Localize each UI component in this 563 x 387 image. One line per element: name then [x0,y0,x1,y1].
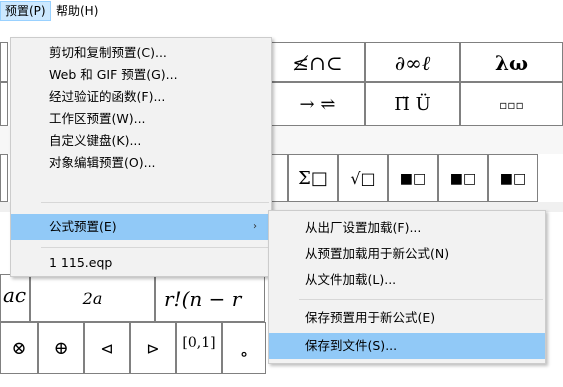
submenu-item-load-from-file[interactable]: 从文件加载(L)... [269,269,545,291]
menu-item-equation-prefs[interactable]: 公式预置(E) › [11,214,271,240]
menu-bar: 预置(P) 帮助(H) [0,0,563,23]
menu-item-equation-prefs-label: 公式预置(E) [49,219,117,234]
menu-preferences[interactable]: 预置(P) [0,1,51,21]
interval-button[interactable]: [0,1] [176,322,222,374]
toolbar-edge [0,154,8,202]
subscript-template[interactable]: ■□ [438,154,488,202]
menu-item-object-edit-prefs[interactable]: 对象编辑预置(O)... [11,152,271,174]
relations-palette[interactable]: ≰∩⊂ [270,42,365,82]
menu-item-cut-copy-prefs[interactable]: 剪切和复制预置(C)... [11,42,271,64]
superscript-template[interactable]: ■□ [388,154,438,202]
toolbar-edge [0,82,8,126]
menu-item-workspace-prefs[interactable]: 工作区预置(W)... [11,108,271,130]
menu-item-custom-keyboard[interactable]: 自定义键盘(K)... [11,130,271,152]
menu-item-recent-file[interactable]: 1 115.eqp [11,252,271,274]
calculus-symbols-palette[interactable]: ∂∞ℓ [365,42,460,82]
menu-item-verified-functions[interactable]: 经过验证的函数(F)... [11,86,271,108]
subsuperscript-template[interactable]: ■□ [488,154,538,202]
menu-divider [41,202,269,203]
submenu-item-load-prefs-new[interactable]: 从预置加载用于新公式(N) [269,243,545,265]
greek-palette[interactable]: λω [460,42,563,82]
compose-button[interactable]: ∘ [222,322,266,374]
menu-divider [299,299,543,300]
arrows-palette[interactable]: → ⇌ [270,82,365,126]
circle-times-button[interactable]: ⊗ [0,322,38,374]
embellishments-palette[interactable]: Π̈ Ü [365,82,460,126]
left-triangle-button[interactable]: ⊲ [84,322,130,374]
formula-tab-middle[interactable]: 2a [30,274,155,322]
matrices-palette[interactable]: ▫▫▫ [460,82,563,126]
toolbar-edge [0,42,8,82]
menu-help[interactable]: 帮助(H) [52,2,102,20]
submenu-item-save-to-file[interactable]: 保存到文件(S)... [269,333,545,359]
radical-template[interactable]: √□ [338,154,388,202]
equation-prefs-submenu: 从出厂设置加载(F)... 从预置加载用于新公式(N) 从文件加载(L)... … [268,210,546,364]
toolbar-edge [270,154,288,202]
submenu-item-load-factory[interactable]: 从出厂设置加载(F)... [269,217,545,239]
menu-divider [41,247,269,248]
formula-tab-left[interactable]: ac [0,274,30,322]
menu-item-web-gif-prefs[interactable]: Web 和 GIF 预置(G)... [11,64,271,86]
preferences-dropdown: 剪切和复制预置(C)... Web 和 GIF 预置(G)... 经过验证的函数… [10,37,272,277]
summation-template[interactable]: Σ□ [288,154,338,202]
circle-plus-button[interactable]: ⊕ [38,322,84,374]
submenu-arrow-icon: › [253,221,257,232]
right-triangle-button[interactable]: ⊳ [130,322,176,374]
formula-tab-right[interactable]: r!(n − r [155,274,265,322]
submenu-item-save-prefs-new[interactable]: 保存预置用于新公式(E) [269,307,545,329]
